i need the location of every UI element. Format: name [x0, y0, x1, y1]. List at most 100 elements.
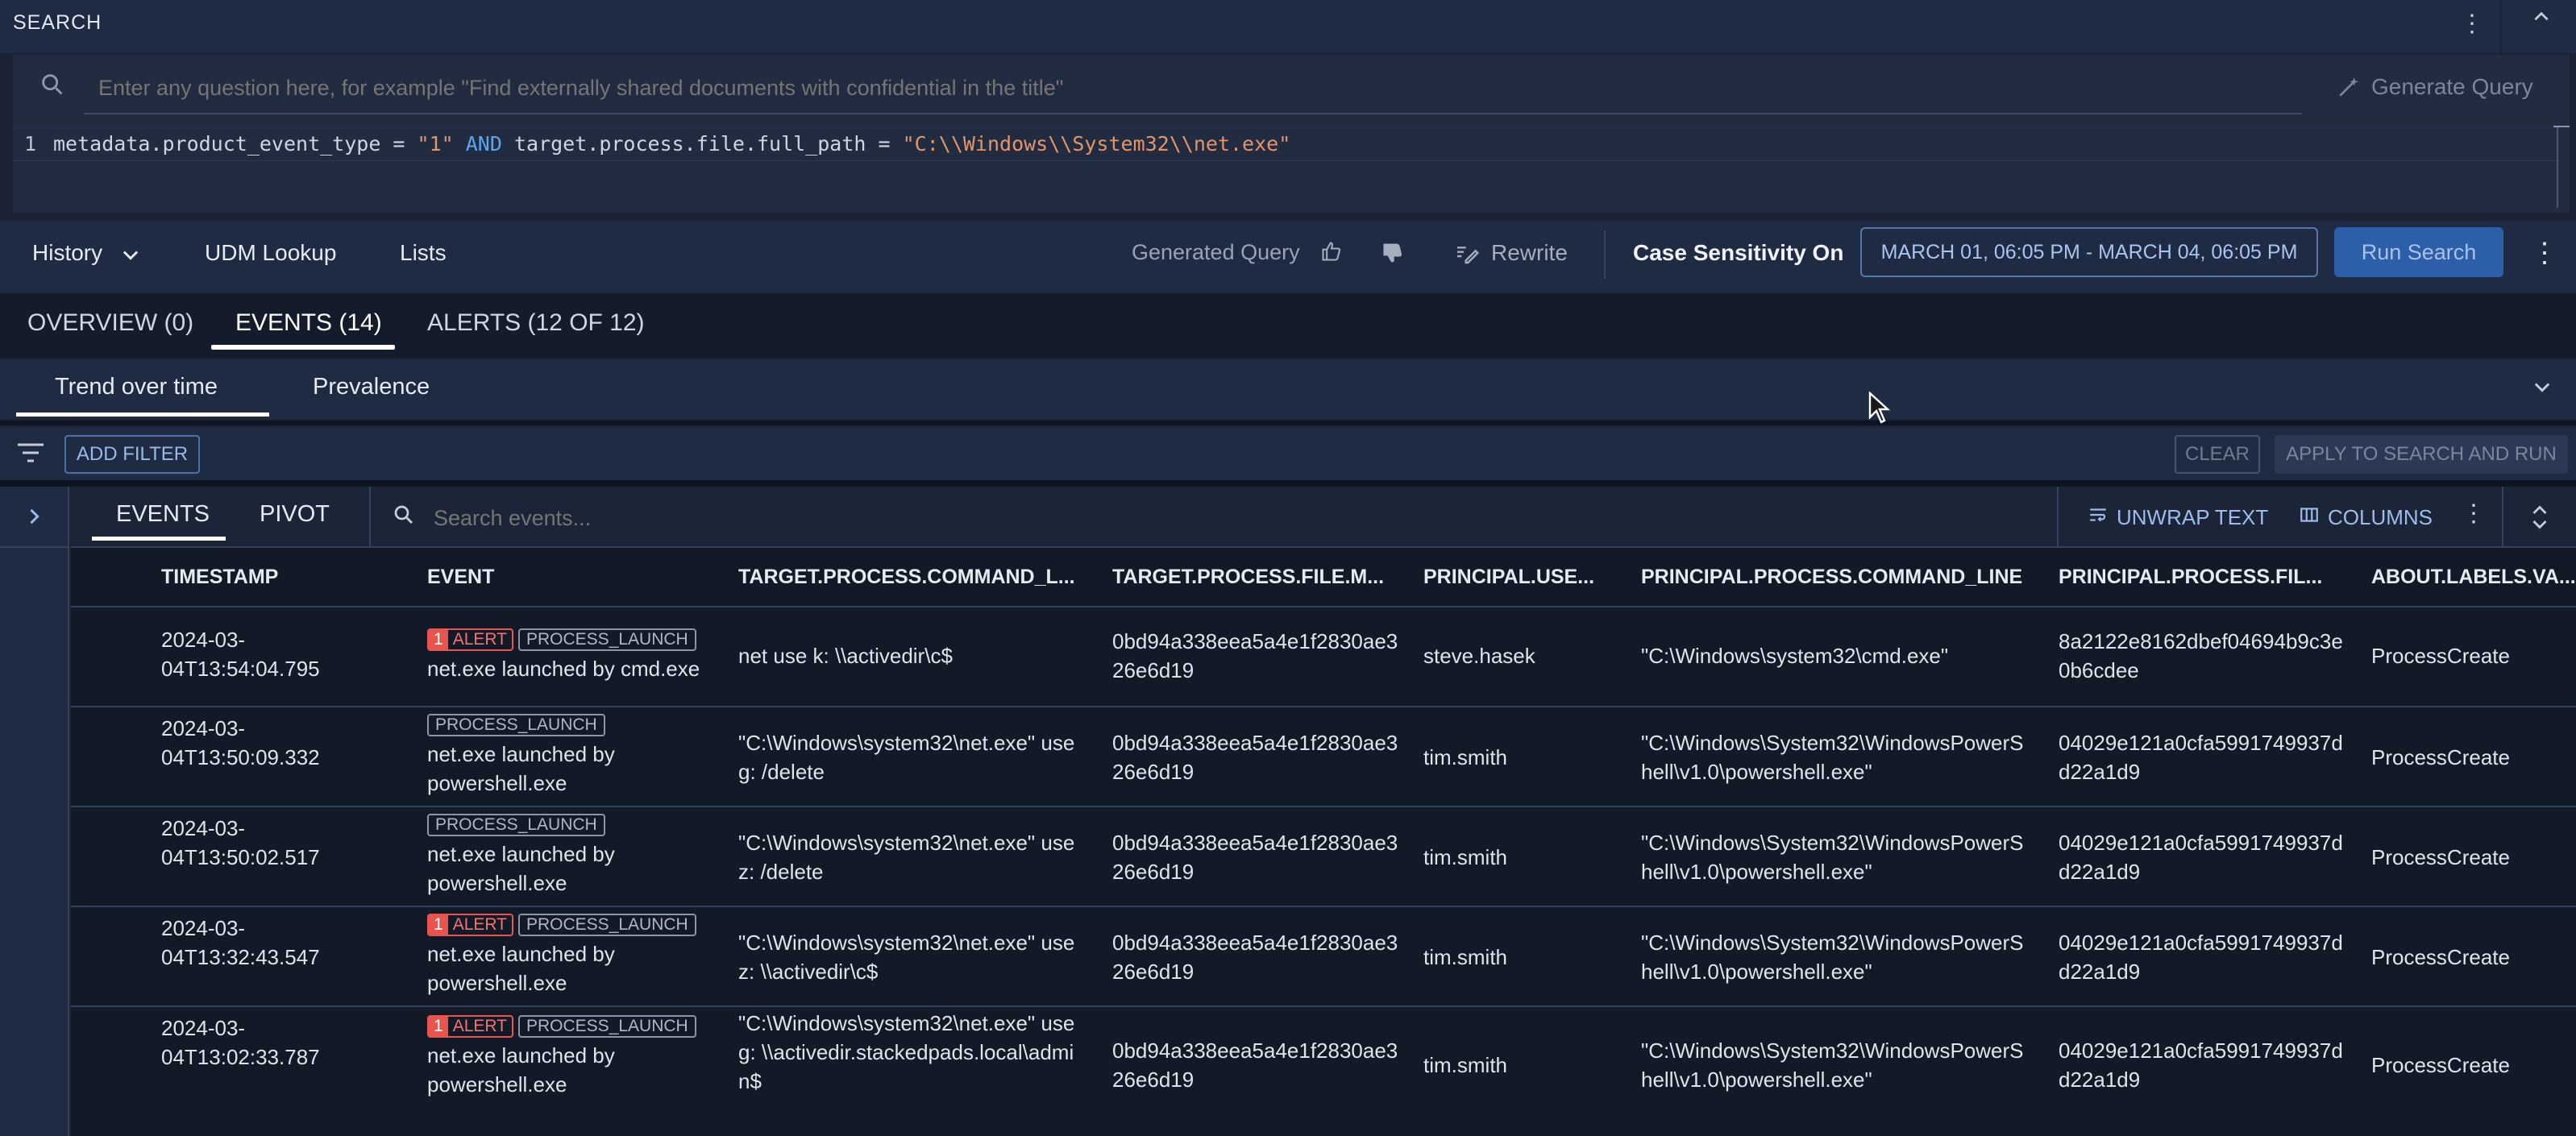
query-text[interactable]: metadata.product_event_type = "1" AND ta… [53, 132, 1290, 155]
target-cmd-cell: "C:\Windows\system32\net.exe" use g: \\a… [738, 1011, 1075, 1093]
column-header-principal-cmd[interactable]: PRINCIPAL.PROCESS.COMMAND_LINE [1641, 566, 2022, 589]
target-hash-cell: 0bd94a338eea5a4e1f2830ae326e6d19 [1112, 731, 1398, 784]
event-type-badge: PROCESS_LAUNCH [427, 714, 605, 736]
columns-label: COLUMNS [2328, 505, 2433, 529]
principal-file-cell: 8a2122e8162dbef04694b9c3e0b6cdee [2059, 629, 2343, 682]
toolbar-more-icon[interactable]: ⋮ [2531, 237, 2558, 269]
chevron-right-icon[interactable] [23, 504, 45, 529]
thumbs-down-icon[interactable] [1381, 242, 1406, 266]
principal-cmd-cell: "C:\Windows\system32\cmd.exe" [1641, 644, 1949, 668]
ask-question-input[interactable] [97, 71, 2276, 105]
user-cell: tim.smith [1423, 945, 1507, 969]
wrap-text-icon [2088, 504, 2109, 531]
about-cell: ProcessCreate [2371, 845, 2510, 869]
search-events-icon [392, 503, 418, 529]
table-row[interactable]: 2024-03-04T13:32:43.547 1 ALERT PROCESS_L… [71, 907, 2576, 1007]
event-type-badge: PROCESS_LAUNCH [427, 814, 605, 836]
timestamp-cell: 2024-03-04T13:32:43.547 [161, 916, 320, 969]
query-value-1: "1" [417, 132, 454, 155]
rewrite-button[interactable]: Rewrite [1491, 240, 1568, 266]
line-number: 1 [24, 132, 37, 155]
add-filter-button[interactable]: ADD FILTER [64, 435, 200, 474]
target-hash-cell: 0bd94a338eea5a4e1f2830ae326e6d19 [1112, 1039, 1398, 1092]
chevron-down-icon[interactable] [119, 243, 142, 266]
expand-trend-icon[interactable] [2531, 375, 2555, 400]
column-header-timestamp[interactable]: TIMESTAMP [161, 566, 278, 589]
collapse-search-icon[interactable] [2531, 6, 2552, 34]
tab-overview[interactable]: OVERVIEW (0) [27, 309, 193, 337]
column-header-target-cmd[interactable]: TARGET.PROCESS.COMMAND_L... [738, 566, 1075, 589]
about-cell: ProcessCreate [2371, 644, 2510, 668]
target-hash-cell: 0bd94a338eea5a4e1f2830ae326e6d19 [1112, 931, 1398, 984]
trend-active-indicator [16, 413, 269, 417]
timestamp-cell: 2024-03-04T13:02:33.787 [161, 1016, 320, 1069]
alert-badge[interactable]: 1 ALERT [427, 628, 513, 651]
tab-events-list[interactable]: EVENTS [116, 501, 210, 528]
thumbs-up-icon[interactable] [1320, 240, 1344, 264]
tab-events[interactable]: EVENTS (14) [235, 309, 382, 337]
search-panel-title: SEARCH [13, 11, 102, 34]
tab-alerts[interactable]: ALERTS (12 OF 12) [427, 309, 645, 337]
clear-button[interactable]: CLEAR [2175, 435, 2260, 474]
lists-button[interactable]: Lists [400, 240, 447, 266]
search-events-input[interactable] [432, 503, 1644, 533]
filter-icon[interactable] [16, 442, 45, 466]
about-cell: ProcessCreate [2371, 945, 2510, 969]
table-row[interactable]: 2024-03-04T13:50:02.517 PROCESS_LAUNCH n… [71, 807, 2576, 907]
target-cmd-cell: net use k: \\activedir\c$ [738, 644, 953, 668]
active-tab-indicator [211, 345, 395, 350]
event-cell: 1 ALERT PROCESS_LAUNCH net.exe launched b… [427, 627, 717, 683]
events-toolbar-divider-3 [2502, 487, 2503, 548]
search-more-options-icon[interactable]: ⋮ [2460, 10, 2484, 38]
column-header-target-file-md5[interactable]: TARGET.PROCESS.FILE.M... [1112, 566, 1384, 589]
header-divider [2500, 0, 2502, 53]
events-tab-indicator [92, 537, 226, 541]
history-button[interactable]: History [32, 240, 102, 266]
query-value-2: "C:\\Windows\\System32\\net.exe" [902, 132, 1291, 155]
column-header-about-labels[interactable]: ABOUT.LABELS.VA... [2371, 566, 2576, 589]
expand-icon[interactable] [2528, 503, 2552, 532]
udm-lookup-button[interactable]: UDM Lookup [205, 240, 336, 266]
generate-wand-icon[interactable] [2336, 74, 2362, 100]
tab-prevalence[interactable]: Prevalence [313, 374, 430, 400]
columns-icon [2299, 504, 2320, 531]
event-type-badge: PROCESS_LAUNCH [518, 914, 696, 936]
event-cell: 1 ALERT PROCESS_LAUNCH net.exe launched b… [427, 1014, 717, 1099]
column-header-principal-user[interactable]: PRINCIPAL.USE... [1423, 566, 1594, 589]
rewrite-pencil-icon[interactable] [1454, 240, 1480, 266]
events-toolbar-divider [369, 487, 371, 548]
timestamp-cell: 2024-03-04T13:50:02.517 [161, 816, 320, 869]
apply-to-search-button[interactable]: APPLY TO SEARCH AND RUN [2275, 435, 2568, 474]
query-operator: AND [453, 132, 514, 155]
section-divider [0, 421, 2576, 425]
tab-trend-over-time[interactable]: Trend over time [55, 374, 218, 400]
editor-scroll-marker [2553, 126, 2570, 127]
generate-query-button[interactable]: Generate Query [2371, 74, 2533, 100]
events-toolbar-divider-2 [2057, 487, 2059, 548]
principal-file-cell: 04029e121a0cfa5991749937dd22a1d9 [2059, 1039, 2343, 1092]
table-row[interactable]: 2024-03-04T13:54:04.795 1 ALERT PROCESS_L… [71, 607, 2576, 707]
tab-pivot[interactable]: PIVOT [260, 501, 330, 528]
editor-scrollbar[interactable] [2557, 127, 2558, 208]
principal-file-cell: 04029e121a0cfa5991749937dd22a1d9 [2059, 731, 2343, 784]
event-type-badge: PROCESS_LAUNCH [518, 628, 696, 651]
run-search-button[interactable]: Run Search [2334, 227, 2503, 277]
columns-button[interactable]: COLUMNS [2299, 504, 2433, 531]
table-row[interactable]: 2024-03-04T13:50:09.332 PROCESS_LAUNCH n… [71, 707, 2576, 807]
unwrap-text-button[interactable]: UNWRAP TEXT [2088, 504, 2268, 531]
column-header-event[interactable]: EVENT [427, 566, 494, 589]
case-sensitivity-toggle[interactable]: Case Sensitivity On [1633, 240, 1843, 266]
events-more-icon[interactable]: ⋮ [2462, 500, 2486, 528]
timestamp-cell: 2024-03-04T13:54:04.795 [161, 628, 320, 681]
event-description: net.exe launched by powershell.exe [427, 842, 615, 895]
alert-badge[interactable]: 1 ALERT [427, 914, 513, 936]
alert-badge[interactable]: 1 ALERT [427, 1015, 513, 1038]
events-table: TIMESTAMP EVENT TARGET.PROCESS.COMMAND_L… [71, 548, 2576, 1136]
generated-query-label: Generated Query [1132, 240, 1300, 264]
user-cell: tim.smith [1423, 745, 1507, 769]
principal-cmd-cell: "C:\Windows\System32\WindowsPowerShell\v… [1641, 1039, 2024, 1092]
column-header-principal-file[interactable]: PRINCIPAL.PROCESS.FIL... [2059, 566, 2322, 589]
table-row[interactable]: 2024-03-04T13:02:33.787 1 ALERT PROCESS_L… [71, 1007, 2576, 1136]
timestamp-cell: 2024-03-04T13:50:09.332 [161, 716, 320, 769]
date-range-picker[interactable]: MARCH 01, 06:05 PM - MARCH 04, 06:05 PM [1860, 227, 2318, 277]
